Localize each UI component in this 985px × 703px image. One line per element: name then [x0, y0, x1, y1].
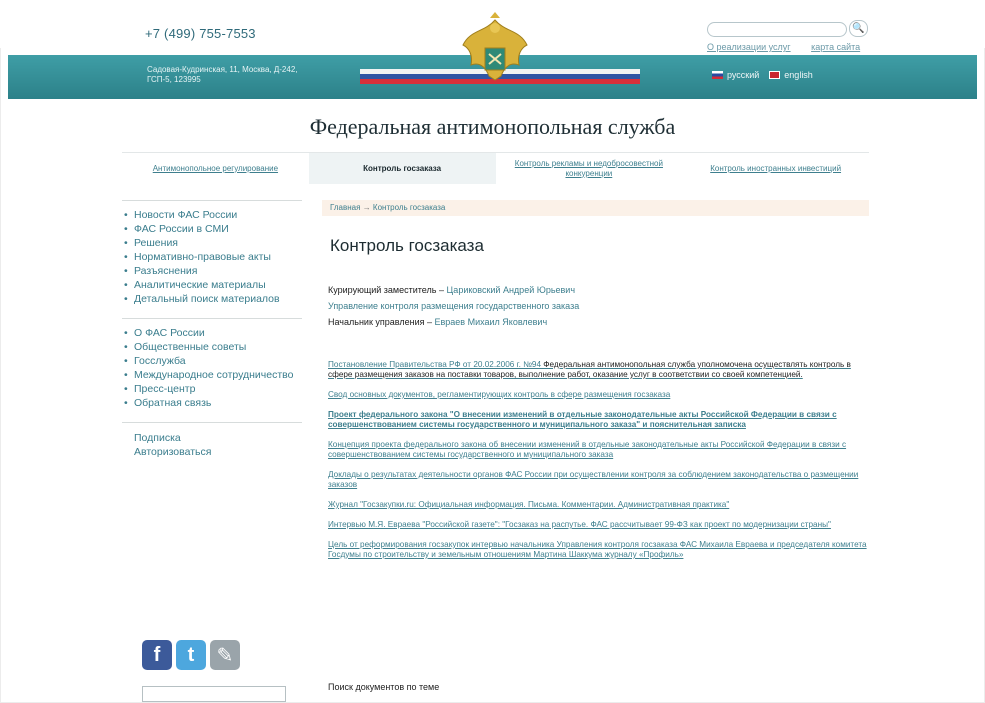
documents-list: Постановление Правительства РФ от 20.02.…: [328, 360, 869, 560]
sidebar-item-detailed-search[interactable]: Детальный поиск материалов: [122, 293, 302, 306]
tab-advertising-control[interactable]: Контроль рекламы и недобросовестной конк…: [496, 153, 683, 184]
top-links: О реализации услуг карта сайта: [707, 42, 878, 52]
sidebar-user-links: Подписка Авторизоваться: [122, 422, 302, 459]
site-title: Федеральная антимонопольная служба: [309, 114, 676, 139]
sidebar-item-analytics[interactable]: Аналитические материалы: [122, 279, 302, 292]
search-documents-label: Поиск документов по теме: [328, 682, 440, 692]
sidebar-item-clarifications[interactable]: Разъяснения: [122, 265, 302, 278]
russian-flag-icon: [712, 71, 723, 79]
rss-icon[interactable]: ✎: [210, 640, 240, 670]
main-tabs: Антимонопольное регулирование Контроль г…: [122, 152, 869, 184]
doc-link[interactable]: Свод основных документов, регламентирующ…: [328, 390, 670, 399]
language-switcher: русский english: [712, 70, 813, 80]
head-name[interactable]: Евраев Михаил Яковлевич: [434, 317, 547, 327]
main-content: Главная → Контроль госзаказа Контроль го…: [322, 200, 869, 570]
facebook-icon[interactable]: f: [142, 640, 172, 670]
sidebar-item-about[interactable]: О ФАС России: [122, 327, 302, 340]
coat-of-arms-icon[interactable]: [455, 10, 535, 100]
sidebar-item-legal-acts[interactable]: Нормативно-правовые акты: [122, 251, 302, 264]
sidebar-nav-about: О ФАС России Общественные советы Госслуж…: [122, 318, 302, 410]
sidebar-item-press-center[interactable]: Пресс-центр: [122, 383, 302, 396]
sidebar-item-civil-service[interactable]: Госслужба: [122, 355, 302, 368]
list-item: Проект федерального закона "О внесении и…: [328, 410, 869, 430]
sidebar-search-field[interactable]: [142, 686, 286, 702]
login-link[interactable]: Авторизоваться: [122, 445, 302, 459]
sidebar-item-feedback[interactable]: Обратная связь: [122, 397, 302, 410]
subscribe-link[interactable]: Подписка: [122, 431, 302, 445]
head-label: Начальник управления: [328, 317, 425, 327]
tab-foreign-investment[interactable]: Контроль иностранных инвестиций: [682, 153, 869, 184]
search-button[interactable]: 🔍: [849, 20, 868, 37]
list-item: Свод основных документов, регламентирующ…: [328, 390, 869, 400]
list-item: Интервью М.Я. Евраева "Российской газете…: [328, 520, 869, 530]
tab-antimonopoly[interactable]: Антимонопольное регулирование: [122, 153, 309, 184]
sidebar-item-public-councils[interactable]: Общественные советы: [122, 341, 302, 354]
top-link-services[interactable]: О реализации услуг: [707, 42, 791, 52]
doc-link[interactable]: Журнал "Госзакупки.ru: Официальная инфор…: [328, 500, 729, 509]
doc-link[interactable]: Интервью М.Я. Евраева "Российской газете…: [328, 520, 831, 529]
sidebar: Новости ФАС России ФАС России в СМИ Реше…: [122, 200, 302, 471]
deputy-label: Курирующий заместитель: [328, 285, 437, 295]
tab-procurement-control[interactable]: Контроль госзаказа: [308, 153, 496, 184]
list-item: Доклады о результатах деятельности орган…: [328, 470, 869, 490]
breadcrumb: Главная → Контроль госзаказа: [322, 200, 869, 216]
doc-link[interactable]: Доклады о результатах деятельности орган…: [328, 470, 858, 489]
list-item: Концепция проекта федерального закона об…: [328, 440, 869, 460]
deputy-name[interactable]: Царикoвский Андрей Юрьевич: [446, 285, 575, 295]
department-name[interactable]: Управление контроля размещения государст…: [328, 298, 869, 314]
list-item: Журнал "Госзакупки.ru: Официальная инфор…: [328, 500, 869, 510]
doc-link[interactable]: Проект федерального закона "О внесении и…: [328, 410, 837, 429]
doc-link[interactable]: Постановление Правительства РФ от 20.02.…: [328, 360, 541, 369]
sidebar-item-media[interactable]: ФАС России в СМИ: [122, 223, 302, 236]
curators-block: Курирующий заместитель – Царикoвский Анд…: [328, 282, 869, 330]
lang-english[interactable]: english: [769, 70, 813, 80]
search-icon: 🔍: [852, 23, 865, 34]
search-input[interactable]: [707, 22, 847, 37]
breadcrumb-current: Контроль госзаказа: [372, 203, 446, 212]
lang-russian[interactable]: русский: [712, 70, 759, 80]
phone-number: +7 (499) 755-7553: [145, 26, 256, 41]
sidebar-item-international[interactable]: Международное сотрудничество: [122, 369, 302, 382]
top-link-sitemap[interactable]: карта сайта: [811, 42, 860, 52]
twitter-icon[interactable]: t: [176, 640, 206, 670]
sidebar-item-decisions[interactable]: Решения: [122, 237, 302, 250]
list-item: Постановление Правительства РФ от 20.02.…: [328, 360, 869, 380]
english-flag-icon: [769, 71, 781, 79]
doc-link[interactable]: Цель от реформирования госзакупок интерв…: [328, 540, 867, 559]
sidebar-item-news[interactable]: Новости ФАС России: [122, 209, 302, 222]
address: Садовая-Кудринская, 11, Москва, Д-242, Г…: [147, 65, 298, 84]
sidebar-nav-materials: Новости ФАС России ФАС России в СМИ Реше…: [122, 200, 302, 306]
social-links: f t ✎: [142, 640, 240, 670]
list-item: Цель от реформирования госзакупок интерв…: [328, 540, 869, 560]
breadcrumb-home[interactable]: Главная: [330, 203, 360, 212]
doc-link[interactable]: Концепция проекта федерального закона об…: [328, 440, 846, 459]
page-title: Контроль госзаказа: [330, 236, 484, 255]
